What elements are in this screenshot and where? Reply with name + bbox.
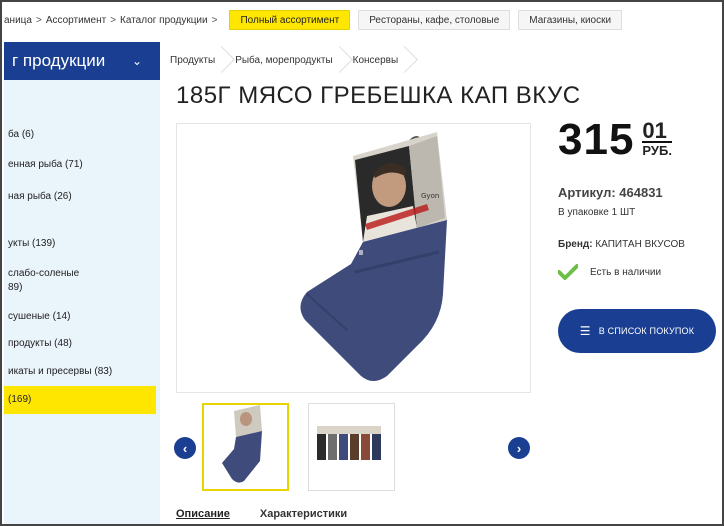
sidebar-header[interactable]: г продукции ⌄ (4, 42, 160, 80)
sidebar-item[interactable]: сушеные (14) (4, 310, 156, 324)
product-main-image[interactable]: Gyon (176, 123, 531, 393)
breadcrumb-separator: > (110, 14, 117, 26)
brand-info: Бренд: КАПИТАН ВКУСОВ (558, 239, 685, 250)
stock-text: Есть в наличии (590, 266, 662, 278)
thumbnail[interactable] (308, 403, 395, 491)
page-frame: аница > Ассортимент > Каталог продукции … (0, 0, 724, 526)
filter-restaurants[interactable]: Рестораны, кафе, столовые (358, 10, 511, 30)
subnav-label: Рыба, морепродукты (235, 54, 333, 66)
chevron-down-icon[interactable]: ⌄ (132, 54, 142, 68)
brand-value[interactable]: КАПИТАН ВКУСОВ (595, 239, 685, 250)
price-kopeks-block: 01 РУБ. (642, 120, 672, 159)
price-kopeks: 01 (642, 120, 672, 143)
top-breadcrumb: аница > Ассортимент > Каталог продукции … (4, 4, 720, 36)
chevron-right-icon[interactable]: › (508, 437, 530, 459)
stock-status: Есть в наличии (558, 264, 661, 280)
socks-photo: Gyon (300, 132, 447, 381)
chevron-left-icon[interactable]: ‹ (174, 437, 196, 459)
card-brand-label: Gyon (421, 192, 439, 200)
sidebar-item[interactable]: икаты и пресервы (83) (4, 365, 156, 379)
price-currency: РУБ. (642, 143, 672, 158)
add-to-shopping-list-button[interactable]: ☰ в список покупок (558, 309, 716, 353)
sidebar-item[interactable]: укты (139) (4, 237, 156, 251)
list-add-icon: ☰ (579, 324, 591, 338)
breadcrumb-separator: > (35, 14, 42, 26)
tab-description[interactable]: Описание (176, 508, 230, 520)
filter-full-assortment[interactable]: Полный ассортимент (229, 10, 351, 30)
subnav-fish-seafood[interactable]: Рыба, морепродукты (227, 42, 344, 78)
subnav-canned[interactable]: Консервы (345, 42, 411, 78)
filter-shops[interactable]: Магазины, киоски (518, 10, 623, 30)
price-block: 315 01 РУБ. (558, 118, 672, 162)
cart-button-label: в список покупок (598, 326, 695, 336)
product-tabs: Описание Характеристики (176, 508, 347, 520)
category-breadcrumb: Продукты Рыба, морепродукты Консервы (162, 42, 410, 78)
sidebar-item[interactable]: ба (6) (4, 128, 156, 142)
package-info: В упаковке 1 ШТ (558, 207, 636, 218)
product-title: 185Г МЯСО ГРЕБЕШКА КАП ВКУС (176, 82, 581, 109)
sidebar-item[interactable]: 89) (4, 281, 156, 295)
price-rubles: 315 (558, 115, 635, 164)
product-sku: Артикул: 464831 (558, 185, 663, 200)
subnav-label: Продукты (170, 54, 216, 66)
check-icon (558, 264, 578, 280)
sidebar-title: г продукции (12, 51, 106, 70)
breadcrumb-home[interactable]: аница (4, 15, 32, 26)
breadcrumb-assortment[interactable]: Ассортимент (46, 15, 106, 26)
sidebar-item[interactable]: енная рыба (71) (4, 158, 156, 172)
sidebar-item-active[interactable]: (169) (4, 386, 156, 414)
thumbnail-socks-multi (317, 426, 381, 460)
breadcrumb-catalog[interactable]: Каталог продукции (120, 15, 208, 26)
catalog-sidebar: г продукции ⌄ ба (6) енная рыба (71) ная… (4, 42, 160, 524)
breadcrumb-separator: > (211, 14, 218, 26)
thumbnail-selected[interactable] (202, 403, 289, 491)
brand-label: Бренд: (558, 239, 593, 250)
sidebar-item[interactable]: продукты (48) (4, 337, 156, 351)
subnav-products[interactable]: Продукты (162, 42, 227, 78)
subnav-label: Консервы (352, 54, 399, 66)
sidebar-item[interactable]: ная рыба (26) (4, 190, 156, 204)
thumbnail-socks-single (222, 405, 262, 483)
sidebar-item[interactable]: слабо-соленые (4, 267, 156, 281)
tab-characteristics[interactable]: Характеристики (260, 508, 347, 520)
